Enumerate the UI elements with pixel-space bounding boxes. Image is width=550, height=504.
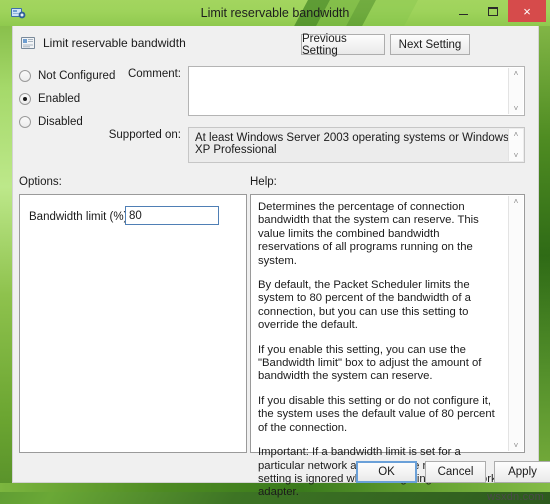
radio-icon: [19, 70, 31, 82]
supported-on-field[interactable]: At least Windows Server 2003 operating s…: [188, 127, 525, 163]
next-setting-label: Next Setting: [399, 39, 462, 51]
radio-selected-icon: [19, 93, 31, 105]
cancel-button[interactable]: Cancel: [425, 461, 486, 483]
options-label: Options:: [19, 176, 62, 188]
previous-setting-label: Previous Setting: [302, 33, 384, 57]
scroll-down-icon[interactable]: ˅: [514, 441, 519, 450]
options-panel: Bandwidth limit (%): ▲ ▼: [19, 194, 247, 453]
comment-input[interactable]: ˄ ˅: [188, 66, 525, 116]
supported-on-value: At least Windows Server 2003 operating s…: [195, 132, 509, 156]
radio-icon: [19, 116, 31, 128]
radio-disabled-label: Disabled: [38, 116, 83, 128]
bandwidth-limit-stepper[interactable]: ▲ ▼: [125, 206, 219, 225]
help-paragraph: Determines the percentage of connection …: [258, 201, 501, 268]
radio-disabled[interactable]: Disabled: [19, 116, 83, 128]
apply-label: Apply: [508, 466, 537, 478]
help-label: Help:: [250, 176, 277, 188]
previous-setting-button[interactable]: Previous Setting: [301, 34, 385, 55]
policy-setting-icon: [20, 35, 36, 51]
window-border-right: [539, 0, 550, 492]
help-scrollbar[interactable]: ˄ ˅: [508, 196, 523, 451]
radio-enabled[interactable]: Enabled: [19, 93, 80, 105]
watermark: wsxdn.com: [487, 491, 544, 503]
scroll-up-icon[interactable]: ˄: [514, 130, 519, 139]
scroll-up-icon[interactable]: ˄: [514, 197, 519, 206]
ok-button[interactable]: OK: [356, 461, 417, 483]
help-paragraph: By default, the Packet Scheduler limits …: [258, 279, 501, 333]
minimize-icon: [459, 14, 468, 15]
ok-label: OK: [378, 466, 395, 478]
help-paragraph: If you disable this setting or do not co…: [258, 395, 501, 435]
bandwidth-limit-label: Bandwidth limit (%):: [29, 211, 131, 223]
help-paragraph: If you enable this setting, you can use …: [258, 344, 501, 384]
comment-scrollbar[interactable]: ˄ ˅: [508, 68, 523, 114]
next-setting-button[interactable]: Next Setting: [390, 34, 470, 55]
setting-name: Limit reservable bandwidth: [43, 36, 186, 50]
group-policy-icon: [10, 5, 26, 21]
dialog-client-area: Limit reservable bandwidth Previous Sett…: [12, 26, 539, 483]
dialog-window: Limit reservable bandwidth ×: [0, 0, 550, 492]
apply-button[interactable]: Apply: [494, 461, 550, 483]
cancel-label: Cancel: [438, 466, 474, 478]
help-text: Determines the percentage of connection …: [251, 195, 508, 452]
title-bar[interactable]: Limit reservable bandwidth ×: [0, 0, 550, 26]
close-icon: ×: [523, 4, 531, 19]
close-button[interactable]: ×: [508, 0, 546, 22]
maximize-button[interactable]: [478, 0, 507, 22]
supported-on-scrollbar[interactable]: ˄ ˅: [508, 129, 523, 161]
scroll-up-icon[interactable]: ˄: [514, 69, 519, 78]
scroll-down-icon[interactable]: ˅: [514, 104, 519, 113]
help-panel: Determines the percentage of connection …: [250, 194, 525, 453]
minimize-button[interactable]: [449, 0, 478, 22]
supported-on-label: Supported on:: [93, 129, 181, 141]
comment-label: Comment:: [103, 68, 181, 80]
scroll-down-icon[interactable]: ˅: [514, 151, 519, 160]
radio-not-configured[interactable]: Not Configured: [19, 70, 115, 82]
radio-enabled-label: Enabled: [38, 93, 80, 105]
maximize-icon: [488, 7, 498, 16]
window-border-left: [0, 0, 12, 492]
